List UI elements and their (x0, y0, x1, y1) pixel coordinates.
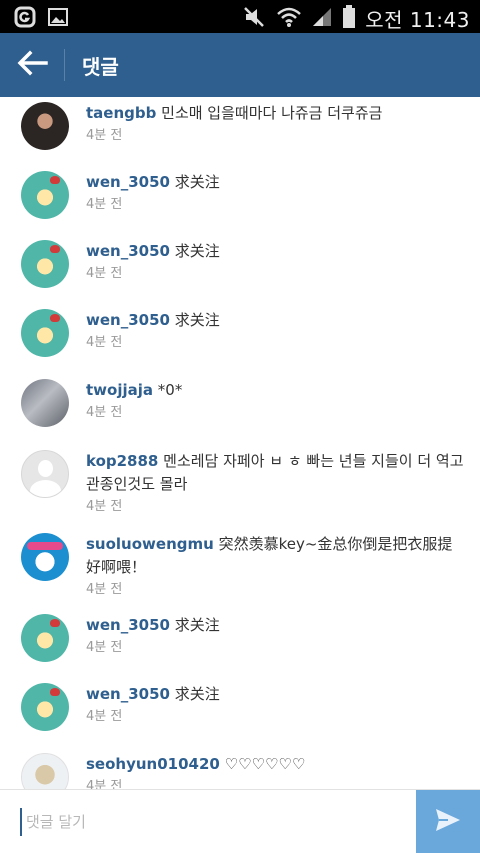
comment-text: 멘소레담 자페아 ㅂ ㅎ 빠는 년들 지들이 더 역고 (163, 452, 464, 470)
comment-line: twojjaja *0* (86, 379, 466, 402)
comment-time: 4분 전 (86, 266, 123, 281)
comment-text: 求关注 (174, 616, 220, 634)
comment-time: 4분 전 (86, 499, 123, 514)
comment-text-cont: 好啊喂！ (86, 558, 147, 576)
image-icon (48, 8, 68, 30)
battery-icon (342, 4, 356, 33)
comment-line: kop2888 멘소레담 자페아 ㅂ ㅎ 빠는 년들 지들이 더 역고 (86, 450, 466, 473)
avatar[interactable] (21, 379, 69, 427)
send-icon (434, 807, 462, 837)
avatar[interactable] (21, 683, 69, 731)
comment-line: wen_3050 求关注 (86, 683, 466, 706)
comment-time: 4분 전 (86, 779, 123, 789)
comment-body: wen_3050 求关注 4분 전 (86, 171, 466, 215)
avatar[interactable] (21, 450, 69, 498)
status-time: 오전 11:43 (365, 8, 470, 32)
mute-icon (243, 6, 267, 32)
comment-username[interactable]: suoluowengmu (86, 535, 214, 553)
signal-icon (311, 6, 333, 32)
comment-time: 4분 전 (86, 709, 123, 724)
arrow-left-icon (16, 49, 48, 81)
comment-username[interactable]: wen_3050 (86, 685, 170, 703)
comment-line: wen_3050 求关注 (86, 614, 466, 637)
comment-list[interactable]: taengbb 민소매 입을때마다 나쥬금 더쿠쥬금 4분 전 wen_3050… (0, 97, 480, 789)
send-button[interactable] (416, 790, 480, 853)
comment-text: 求关注 (174, 311, 220, 329)
comment-username[interactable]: wen_3050 (86, 242, 170, 260)
status-bar: 오전 11:43 (0, 0, 480, 33)
comment-body: wen_3050 求关注 4분 전 (86, 683, 466, 727)
comment-input-bar (0, 789, 480, 853)
app-bar-divider (64, 49, 65, 81)
comment-body: kop2888 멘소레담 자페아 ㅂ ㅎ 빠는 년들 지들이 더 역고 관종인것… (86, 450, 466, 517)
comment-text: 求关注 (174, 685, 220, 703)
comment-time: 4분 전 (86, 197, 123, 212)
comment-text: 민소매 입을때마다 나쥬금 더쿠쥬금 (161, 104, 383, 122)
avatar[interactable] (21, 309, 69, 357)
comment-username[interactable]: seohyun010420 (86, 755, 220, 773)
comment-line: suoluowengmu 突然羡慕key~金总你倒是把衣服提 (86, 533, 466, 556)
comment-username[interactable]: wen_3050 (86, 173, 170, 191)
comment-username[interactable]: kop2888 (86, 452, 158, 470)
avatar[interactable] (21, 533, 69, 581)
comment-body: wen_3050 求关注 4분 전 (86, 240, 466, 284)
comment-line: seohyun010420 ♡♡♡♡♡♡ (86, 753, 466, 776)
comment-text: 突然羡慕key~金总你倒是把衣服提 (218, 535, 453, 553)
comment-body: wen_3050 求关注 4분 전 (86, 614, 466, 658)
comment-time: 4분 전 (86, 640, 123, 655)
default-avatar-shoulders (30, 480, 61, 497)
comment-text-cont: 관종인것도 몰라 (86, 475, 188, 493)
wifi-icon (276, 6, 302, 32)
back-button[interactable] (0, 33, 64, 97)
comment-body: twojjaja *0* 4분 전 (86, 379, 466, 423)
page-title: 댓글 (82, 55, 119, 79)
avatar[interactable] (21, 240, 69, 288)
comment-time: 4분 전 (86, 405, 123, 420)
comment-username[interactable]: taengbb (86, 104, 156, 122)
avatar[interactable] (21, 614, 69, 662)
avatar[interactable] (21, 171, 69, 219)
comment-username[interactable]: twojjaja (86, 381, 153, 399)
comment-input[interactable] (20, 808, 400, 836)
comment-body: suoluowengmu 突然羡慕key~金总你倒是把衣服提 好啊喂！ 4분 전 (86, 533, 466, 600)
comment-text: *0* (157, 381, 183, 399)
avatar[interactable] (21, 102, 69, 150)
notification-app-icon (14, 6, 36, 32)
comment-text: ♡♡♡♡♡♡ (224, 755, 306, 773)
default-avatar-head (38, 460, 53, 477)
comment-line: wen_3050 求关注 (86, 171, 466, 194)
comment-username[interactable]: wen_3050 (86, 311, 170, 329)
comment-time: 4분 전 (86, 128, 123, 143)
comment-time: 4분 전 (86, 582, 123, 597)
comment-body: seohyun010420 ♡♡♡♡♡♡ 4분 전 (86, 753, 466, 789)
comment-body: wen_3050 求关注 4분 전 (86, 309, 466, 353)
comment-text: 求关注 (174, 173, 220, 191)
app-bar: 댓글 (0, 33, 480, 97)
comment-line: taengbb 민소매 입을때마다 나쥬금 더쿠쥬금 (86, 102, 466, 125)
comment-body: taengbb 민소매 입을때마다 나쥬금 더쿠쥬금 4분 전 (86, 102, 466, 146)
comment-text: 求关注 (174, 242, 220, 260)
comment-time: 4분 전 (86, 335, 123, 350)
comment-username[interactable]: wen_3050 (86, 616, 170, 634)
comment-line: wen_3050 求关注 (86, 240, 466, 263)
avatar[interactable] (21, 753, 69, 789)
comment-line: wen_3050 求关注 (86, 309, 466, 332)
